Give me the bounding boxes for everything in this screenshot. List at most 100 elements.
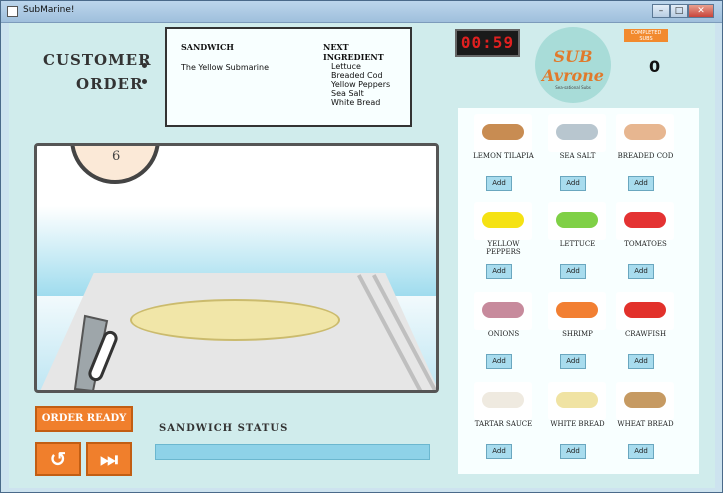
- ingredient-card: CRAWFISH Add: [614, 288, 677, 378]
- ingredient-image: [616, 114, 674, 152]
- ingredient-shape: [624, 124, 666, 140]
- add-ingredient-button[interactable]: Add: [560, 354, 586, 369]
- ingredient-name: TOMATOES: [624, 240, 667, 248]
- ingredient-name: WHEAT BREAD: [617, 420, 674, 428]
- reset-button[interactable]: ↺: [35, 442, 81, 476]
- skip-icon: ⏭: [100, 447, 118, 471]
- ingredient-list-item: White Bread: [331, 98, 381, 107]
- ingredient-card: SHRIMP Add: [546, 288, 609, 378]
- ingredient-image: [616, 292, 674, 330]
- maximize-button[interactable]: □: [670, 4, 688, 18]
- ingredient-image: [548, 114, 606, 152]
- add-ingredient-button[interactable]: Add: [628, 444, 654, 459]
- ingredient-image: [616, 202, 674, 240]
- brand-logo: SUB Avrone Sea-sational Subs: [535, 27, 611, 103]
- add-ingredient-button[interactable]: Add: [628, 264, 654, 279]
- ingredient-list-item: Lettuce: [331, 62, 361, 71]
- ingredient-name: WHITE BREAD: [550, 420, 605, 428]
- ingredient-list-item: Yellow Peppers: [331, 80, 391, 89]
- ingredient-shape: [556, 212, 598, 228]
- app-icon: [7, 6, 18, 17]
- ingredient-shape: [482, 392, 524, 408]
- ingredient-card: WHEAT BREAD Add: [614, 378, 677, 468]
- completed-subs-badge: COMPLETED SUBS: [624, 29, 668, 42]
- ingredient-shape: [556, 124, 598, 140]
- add-ingredient-button[interactable]: Add: [486, 264, 512, 279]
- customer-label: CUSTOMER: [43, 51, 152, 69]
- add-ingredient-button[interactable]: Add: [486, 444, 512, 459]
- ingredient-card: LEMON TILAPIA Add: [472, 110, 535, 200]
- ingredient-shape: [624, 392, 666, 408]
- ingredient-card: SEA SALT Add: [546, 110, 609, 200]
- ingredient-list-item: Breaded Cod: [331, 71, 383, 80]
- ingredient-shape: [624, 302, 666, 318]
- ingredient-card: TARTAR SAUCE Add: [472, 378, 535, 468]
- add-ingredient-button[interactable]: Add: [486, 176, 512, 191]
- ingredient-shape: [482, 302, 524, 318]
- ingredient-list-item: Sea Salt: [331, 89, 364, 98]
- add-ingredient-button[interactable]: Add: [560, 264, 586, 279]
- ingredient-list: Lettuce Breaded Cod Yellow Peppers Sea S…: [331, 62, 390, 107]
- ingredient-name: CRAWFISH: [624, 330, 667, 338]
- ingredient-shape: [556, 302, 598, 318]
- window-title: SubMarine!: [23, 5, 75, 15]
- title-bar[interactable]: SubMarine! – □ ✕: [1, 1, 722, 23]
- customer-dot: [142, 63, 147, 68]
- minimize-button[interactable]: –: [652, 4, 670, 18]
- sandwich-status-label: SANDWICH STATUS: [159, 423, 289, 434]
- sandwich-name: The Yellow Submarine: [181, 63, 270, 72]
- ingredient-name: LETTUCE: [559, 240, 596, 248]
- add-ingredient-button[interactable]: Add: [628, 176, 654, 191]
- logo-tagline: Sea-sational Subs: [555, 85, 591, 90]
- ingredient-card: YELLOW PEPPERS Add: [472, 198, 535, 288]
- ingredient-name: TARTAR SAUCE: [474, 420, 533, 428]
- ingredient-grid: LEMON TILAPIA Add SEA SALT Add BREADED COD Ad…: [458, 108, 699, 474]
- add-ingredient-button[interactable]: Add: [560, 444, 586, 459]
- ingredient-name: LEMON TILAPIA: [473, 152, 534, 160]
- ingredient-image: [474, 114, 532, 152]
- next-ingredient-header: NEXT INGREDIENT: [323, 42, 384, 62]
- ingredient-image: [616, 382, 674, 420]
- ingredient-name: SHRIMP: [562, 330, 593, 338]
- close-button[interactable]: ✕: [688, 4, 714, 18]
- ingredient-image: [548, 292, 606, 330]
- ingredient-image: [474, 382, 532, 420]
- window-controls: – □ ✕: [652, 4, 714, 18]
- ingredient-shape: [482, 124, 524, 140]
- knife-icon: [73, 314, 118, 390]
- ingredient-card: WHITE BREAD Add: [546, 378, 609, 468]
- order-label: ORDER: [76, 75, 144, 93]
- ingredient-shape: [482, 212, 524, 228]
- add-ingredient-button[interactable]: Add: [486, 354, 512, 369]
- order-dot: [142, 79, 147, 84]
- ingredient-card: BREADED COD Add: [614, 110, 677, 200]
- ingredient-card: LETTUCE Add: [546, 198, 609, 288]
- app-window: SubMarine! – □ ✕ CUSTOMER ORDER SANDWICH…: [0, 0, 723, 493]
- bread-base: [130, 299, 340, 341]
- sandwich-status-bar: [155, 444, 430, 460]
- game-area: CUSTOMER ORDER SANDWICH NEXT INGREDIENT …: [9, 23, 715, 488]
- order-ticket: SANDWICH NEXT INGREDIENT The Yellow Subm…: [165, 27, 412, 127]
- skip-button[interactable]: ⏭: [86, 442, 132, 476]
- ingredient-card: TOMATOES Add: [614, 198, 677, 288]
- ingredient-image: [474, 292, 532, 330]
- add-ingredient-button[interactable]: Add: [560, 176, 586, 191]
- countdown-timer: 00:59: [455, 29, 520, 57]
- ingredient-image: [548, 382, 606, 420]
- kitchen-scene: 6: [34, 143, 439, 393]
- logo-name: SUB Avrone: [542, 47, 604, 85]
- add-ingredient-button[interactable]: Add: [628, 354, 654, 369]
- completed-subs-count: 0: [649, 57, 661, 76]
- ingredient-name: ONIONS: [487, 330, 520, 338]
- ingredient-image: [548, 202, 606, 240]
- ingredient-name: SEA SALT: [559, 152, 596, 160]
- ingredient-shape: [556, 392, 598, 408]
- clock-number: 6: [112, 149, 121, 164]
- ingredient-name: YELLOW PEPPERS: [486, 240, 521, 256]
- order-ready-button[interactable]: ORDER READY: [35, 406, 133, 432]
- sandwich-header: SANDWICH: [181, 42, 234, 52]
- ingredient-image: [474, 202, 532, 240]
- ingredient-shape: [624, 212, 666, 228]
- reset-icon: ↺: [49, 447, 67, 471]
- ingredient-card: ONIONS Add: [472, 288, 535, 378]
